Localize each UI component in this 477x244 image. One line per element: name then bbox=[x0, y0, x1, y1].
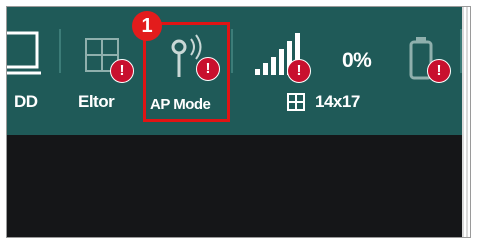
drive-icon bbox=[7, 31, 41, 75]
step-number-badge: 1 bbox=[132, 11, 162, 41]
app-frame: DD ! Eltor ! AP Mode ! 0% 14x17 ! 1 bbox=[6, 6, 471, 238]
scroll-edge bbox=[462, 7, 470, 237]
status-toolbar: DD ! Eltor ! AP Mode ! 0% 14x17 ! bbox=[7, 7, 470, 135]
grid-icon bbox=[287, 93, 305, 111]
divider bbox=[59, 29, 61, 73]
battery-percent: 0% bbox=[342, 49, 372, 72]
toolbar-item-dd-label: DD bbox=[14, 92, 38, 111]
alert-badge: ! bbox=[110, 59, 134, 83]
alert-badge: ! bbox=[287, 59, 311, 83]
main-content-area bbox=[7, 135, 470, 237]
divider bbox=[231, 29, 233, 73]
toolbar-item-eltor-label: Eltor bbox=[78, 92, 115, 111]
alert-badge: ! bbox=[427, 59, 451, 83]
grid-size-label: 14x17 bbox=[315, 92, 360, 111]
